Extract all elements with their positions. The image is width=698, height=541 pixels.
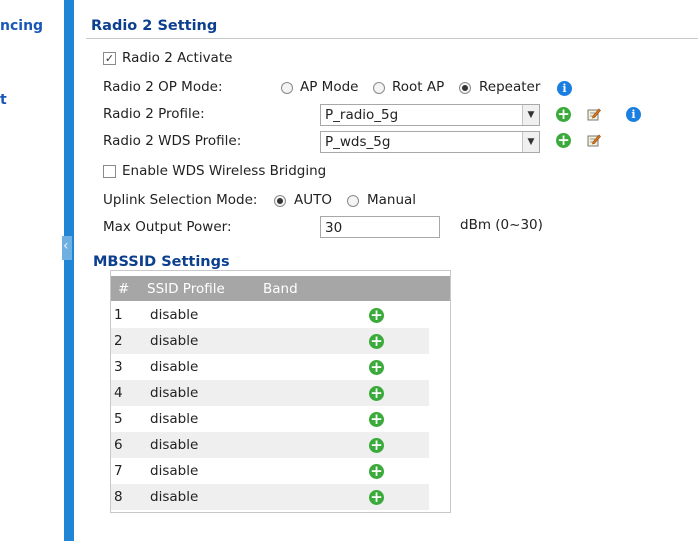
row-number: 1 (114, 307, 123, 323)
mbssid-table: # SSID Profile Band 1 disable + 2 disabl… (110, 270, 451, 513)
uplink-auto-label: AUTO (294, 192, 332, 208)
table-row: 8 disable + (111, 484, 429, 510)
collapse-chevron-icon: ‹ (63, 238, 69, 254)
add-band-icon[interactable]: + (369, 308, 384, 323)
section-title-radio2: Radio 2 Setting (91, 18, 218, 34)
add-band-icon[interactable]: + (369, 412, 384, 427)
checkmark-icon: ✓ (104, 52, 115, 65)
add-band-icon[interactable]: + (369, 490, 384, 505)
sidebar-collapse-handle[interactable]: ‹ (62, 236, 72, 260)
uplink-manual-radio[interactable] (347, 195, 359, 207)
op-mode-rootap-label: Root AP (392, 79, 445, 95)
section-title-mbssid: MBSSID Settings (93, 254, 230, 270)
add-band-icon[interactable]: + (369, 464, 384, 479)
row-number: 2 (114, 333, 123, 349)
table-row: 5 disable + (111, 406, 429, 432)
add-band-icon[interactable]: + (369, 386, 384, 401)
chevron-down-icon: ▼ (522, 132, 539, 152)
row-number: 8 (114, 489, 123, 505)
op-mode-repeater-label: Repeater (479, 79, 541, 95)
row-number: 4 (114, 385, 123, 401)
column-header-number: # (118, 281, 130, 297)
op-mode-ap-radio[interactable] (281, 82, 293, 94)
row-ssid-profile: disable (150, 489, 199, 505)
row-ssid-profile: disable (150, 411, 199, 427)
sidebar-divider-bar (64, 0, 74, 541)
row-ssid-profile: disable (150, 307, 199, 323)
row-ssid-profile: disable (150, 359, 199, 375)
chevron-down-icon: ▼ (522, 105, 539, 125)
add-band-icon[interactable]: + (369, 360, 384, 375)
op-mode-ap-label: AP Mode (300, 79, 359, 95)
table-row: 4 disable + (111, 380, 429, 406)
edit-wds-profile-icon[interactable] (587, 133, 601, 147)
max-power-unit: dBm (0~30) (460, 217, 543, 233)
add-wds-profile-icon[interactable]: + (556, 133, 571, 148)
op-mode-rootap-radio[interactable] (373, 82, 385, 94)
row-number: 3 (114, 359, 123, 375)
row-ssid-profile: disable (150, 385, 199, 401)
nav-link-load-balancing[interactable]: ncing (0, 18, 43, 34)
left-nav: ncing t (0, 0, 64, 541)
nav-link-truncated[interactable]: t (0, 92, 7, 108)
row-number: 5 (114, 411, 123, 427)
add-profile-icon[interactable]: + (556, 107, 571, 122)
edit-profile-icon[interactable] (587, 107, 601, 121)
profile-info-icon[interactable]: i (626, 107, 641, 122)
wds-bridging-label: Enable WDS Wireless Bridging (122, 163, 327, 179)
add-band-icon[interactable]: + (369, 334, 384, 349)
section-divider (86, 38, 698, 39)
info-icon[interactable]: i (557, 81, 572, 96)
wds-profile-select-value: P_wds_5g (325, 134, 391, 150)
uplink-manual-label: Manual (367, 192, 417, 208)
max-power-input[interactable]: 30 (320, 216, 440, 238)
max-power-value: 30 (325, 220, 343, 236)
max-power-label: Max Output Power: (103, 219, 232, 235)
row-number: 6 (114, 437, 123, 453)
wds-bridging-checkbox[interactable] (103, 165, 116, 178)
row-ssid-profile: disable (150, 463, 199, 479)
table-row: 1 disable + (111, 302, 429, 328)
uplink-auto-radio[interactable] (274, 195, 286, 207)
column-header-band: Band (263, 281, 298, 297)
column-header-ssid-profile: SSID Profile (147, 281, 225, 297)
profile-select[interactable]: P_radio_5g ▼ (320, 104, 540, 126)
row-ssid-profile: disable (150, 437, 199, 453)
op-mode-label: Radio 2 OP Mode: (103, 79, 223, 95)
table-row: 2 disable + (111, 328, 429, 354)
row-ssid-profile: disable (150, 333, 199, 349)
table-header: # SSID Profile Band (111, 276, 450, 301)
table-row: 6 disable + (111, 432, 429, 458)
wds-profile-label: Radio 2 WDS Profile: (103, 133, 242, 149)
profile-label: Radio 2 Profile: (103, 106, 205, 122)
radio2-activate-label: Radio 2 Activate (122, 50, 233, 66)
add-band-icon[interactable]: + (369, 438, 384, 453)
op-mode-repeater-radio[interactable] (459, 82, 471, 94)
table-row: 3 disable + (111, 354, 429, 380)
wds-profile-select[interactable]: P_wds_5g ▼ (320, 131, 540, 153)
profile-select-value: P_radio_5g (325, 107, 399, 123)
radio2-activate-checkbox[interactable]: ✓ (103, 52, 116, 65)
uplink-label: Uplink Selection Mode: (103, 192, 258, 208)
row-number: 7 (114, 463, 123, 479)
table-row: 7 disable + (111, 458, 429, 484)
